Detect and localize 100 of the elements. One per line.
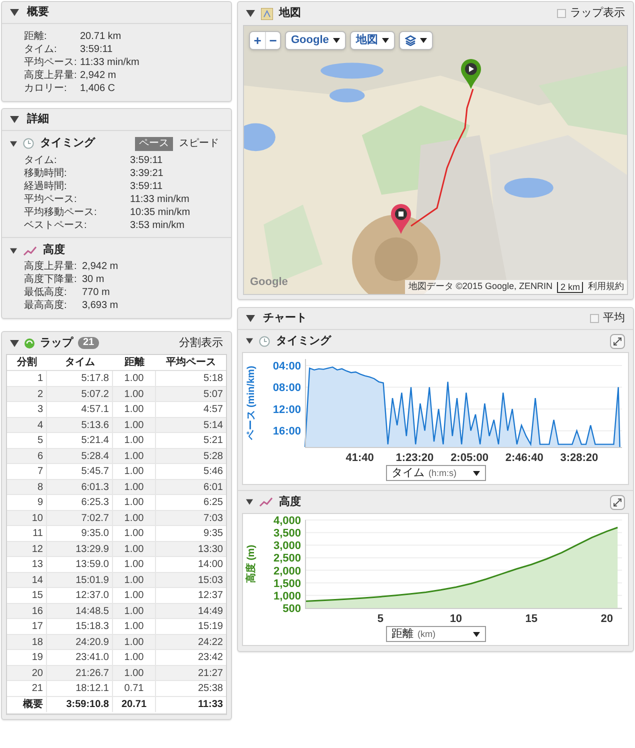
table-cell: 3:59:10.8 <box>47 697 113 712</box>
clock-icon <box>259 336 270 346</box>
checkbox[interactable] <box>557 9 566 18</box>
expand-button[interactable] <box>610 334 625 348</box>
axis-tick-label: 1:23:20 <box>396 452 434 464</box>
stat-value: 3,693 m <box>82 299 118 312</box>
axis-tick-label: 12:00 <box>272 404 301 416</box>
table-cell: 1.00 <box>113 448 156 464</box>
table-cell: 24:20.9 <box>47 634 113 650</box>
caret-icon <box>472 470 480 476</box>
axis-tick-label: 2:46:40 <box>505 452 544 464</box>
laps-icon <box>24 338 35 348</box>
table-cell: 21:26.7 <box>47 666 113 680</box>
table-cell: 13:29.9 <box>47 542 113 556</box>
terms-link[interactable]: 利用規約 <box>588 280 624 294</box>
table-cell-text: 5:07 <box>202 388 224 402</box>
table-cell: 1.00 <box>113 480 156 494</box>
zoom-out-button[interactable]: − <box>265 32 280 49</box>
zoom-in-button[interactable]: + <box>250 32 265 49</box>
axis-dropdown[interactable]: 距離 (km) <box>386 626 486 642</box>
axis-tick-label: 4,000 <box>273 515 301 527</box>
stat-value: 2,942 m <box>80 69 116 82</box>
collapse-triangle-icon[interactable] <box>246 315 255 322</box>
caret-icon <box>420 38 427 43</box>
table-cell: 5:28.4 <box>47 448 113 464</box>
panel-title: 地図 <box>279 6 301 22</box>
axis-tick-label: 2,500 <box>273 552 301 565</box>
collapse-triangle-icon[interactable] <box>246 10 255 17</box>
stat-label: 最高高度: <box>24 299 68 312</box>
stat-value: 11:33 min/km <box>130 193 190 206</box>
caret-icon <box>382 38 389 43</box>
count-badge: 21 <box>78 337 100 349</box>
expand-button[interactable] <box>610 494 625 510</box>
axis-tick-label: 08:00 <box>272 382 301 394</box>
table-cell-text: 11:33 <box>196 698 224 712</box>
table-cell-text: 9:35 <box>202 527 224 541</box>
table-cell: 6:01.3 <box>47 480 113 494</box>
axis-tick-label: 04:00 <box>272 360 301 373</box>
split-view-link[interactable]: 分割表示 <box>179 334 223 352</box>
stat-value: 3:39:21 <box>130 167 164 180</box>
table-cell-text: 4:57 <box>202 403 224 417</box>
table-cell: 6 <box>7 448 47 464</box>
section-title: タイミング <box>40 136 95 152</box>
stat-value: 2,942 m <box>82 260 118 273</box>
table-cell: 16 <box>7 604 47 618</box>
axis-tick-label: 3,500 <box>273 528 301 540</box>
layers-icon <box>404 35 416 46</box>
collapse-triangle-icon[interactable] <box>10 140 17 146</box>
stat-value: 20.71 km <box>80 30 122 43</box>
table-cell: 1.00 <box>113 418 156 432</box>
checkbox-label: 平均 <box>603 311 625 326</box>
table-cell-text: 7:03 <box>202 512 224 526</box>
stat-label: 距離: <box>24 30 48 43</box>
table-cell: 1.00 <box>113 495 156 510</box>
stat-value: 3:53 min/km <box>130 219 184 232</box>
axis-tick-label: 3,000 <box>273 540 301 552</box>
stat-value: 30 m <box>82 273 104 286</box>
stat-label: カロリー: <box>24 82 68 95</box>
collapse-triangle-icon[interactable] <box>246 499 253 505</box>
collapse-triangle-icon[interactable] <box>10 116 19 123</box>
table-cell-text: 23:42 <box>196 651 224 665</box>
stat-value: 3:59:11 <box>80 43 113 56</box>
table-cell-text: 5:14 <box>202 418 224 432</box>
collapse-triangle-icon[interactable] <box>10 9 19 16</box>
table-cell: 7 <box>7 464 47 479</box>
table-cell: 1.00 <box>113 619 156 634</box>
map-provider-dropdown[interactable]: Google <box>285 31 346 50</box>
table-cell: 1.00 <box>113 604 156 618</box>
table-cell-text: 15:19 <box>196 620 224 634</box>
column-header: 平均ペース <box>165 356 217 370</box>
checkbox[interactable] <box>590 314 599 323</box>
collapse-triangle-icon[interactable] <box>246 338 253 344</box>
axis-tick-label: 1,000 <box>273 590 301 602</box>
mode-toggle[interactable]: ペース <box>135 136 173 150</box>
table-cell: 4:57.1 <box>47 402 113 417</box>
finish-pin-icon <box>391 204 411 234</box>
table-cell: 18:12.1 <box>47 681 113 696</box>
collapse-triangle-icon[interactable] <box>10 248 17 254</box>
stat-label: 移動時間: <box>24 167 68 180</box>
collapse-triangle-icon[interactable] <box>10 340 19 346</box>
expand-icon <box>613 498 622 506</box>
table-cell: 13 <box>7 557 47 572</box>
elevation-icon <box>259 497 273 507</box>
mode-toggle[interactable]: スピード <box>175 136 223 150</box>
map-type-dropdown[interactable]: 地図 <box>350 31 395 50</box>
table-cell: 14:48.5 <box>47 604 113 618</box>
table-cell: 1.00 <box>113 588 156 603</box>
table-cell: 18 <box>7 634 47 650</box>
table-cell: 19 <box>7 650 47 665</box>
layers-dropdown[interactable] <box>398 31 433 50</box>
table-cell: 20 <box>7 666 47 680</box>
section-title: タイミング <box>276 334 331 349</box>
table-cell: 8 <box>7 480 47 494</box>
table-cell: 21 <box>7 681 47 696</box>
table-cell: 13:59.0 <box>47 557 113 572</box>
axis-dropdown[interactable]: タイム (h:m:s) <box>386 465 486 481</box>
panel-title: ラップ <box>40 336 73 351</box>
table-cell: 5 <box>7 433 47 448</box>
table-cell: 15:18.3 <box>47 619 113 634</box>
table-cell-text: 5:28 <box>202 450 224 464</box>
